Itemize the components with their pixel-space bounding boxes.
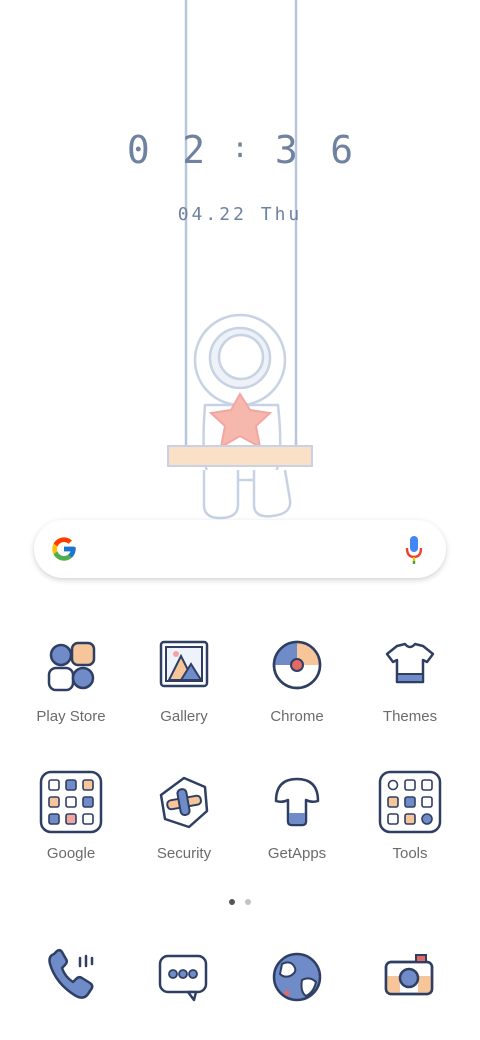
app-label: Security bbox=[156, 845, 212, 862]
clock-colon: : bbox=[231, 131, 249, 164]
app-chrome[interactable]: Chrome bbox=[241, 630, 353, 725]
tools-folder-icon bbox=[378, 770, 442, 834]
google-search-bar[interactable] bbox=[34, 520, 446, 578]
play-store-icon bbox=[47, 641, 96, 692]
app-play-store[interactable]: Play Store bbox=[15, 630, 127, 725]
themes-icon bbox=[385, 642, 435, 684]
camera-icon[interactable] bbox=[374, 940, 444, 1010]
app-label: Gallery bbox=[160, 708, 208, 725]
app-label: Google bbox=[46, 845, 96, 862]
microphone-icon[interactable] bbox=[404, 535, 424, 565]
app-gallery[interactable]: Gallery bbox=[128, 630, 240, 725]
phone-icon[interactable] bbox=[36, 940, 106, 1010]
wallpaper-astronaut bbox=[167, 0, 313, 520]
page-indicator-dot[interactable] bbox=[245, 899, 251, 905]
app-getapps[interactable]: GetApps bbox=[241, 767, 353, 862]
date-text: 04.22 Thu bbox=[177, 204, 303, 225]
clock-minute-tens: 3 bbox=[274, 128, 298, 172]
app-label: Tools bbox=[392, 845, 428, 862]
chrome-icon bbox=[272, 640, 322, 690]
browser-icon[interactable] bbox=[262, 940, 332, 1010]
clock: 0 2 : 3 6 bbox=[0, 128, 480, 172]
clock-hour-tens: 0 bbox=[126, 128, 150, 172]
security-icon bbox=[159, 776, 209, 829]
folder-tools[interactable]: Tools bbox=[354, 767, 466, 862]
getapps-icon bbox=[274, 777, 320, 827]
clock-minute-ones: 6 bbox=[330, 128, 354, 172]
google-folder-icon bbox=[39, 770, 103, 834]
app-label: Chrome bbox=[270, 708, 324, 725]
app-label: Themes bbox=[382, 708, 438, 725]
gallery-icon bbox=[159, 640, 209, 688]
page-indicator-dot-active[interactable] bbox=[229, 899, 235, 905]
app-label: GetApps bbox=[267, 845, 327, 862]
app-security[interactable]: Security bbox=[128, 767, 240, 862]
folder-google[interactable]: Google bbox=[15, 767, 127, 862]
app-label: Play Store bbox=[36, 708, 106, 725]
clock-hour-ones: 2 bbox=[182, 128, 206, 172]
google-g-icon[interactable] bbox=[50, 535, 78, 563]
app-themes[interactable]: Themes bbox=[354, 630, 466, 725]
messages-icon[interactable] bbox=[148, 940, 218, 1010]
